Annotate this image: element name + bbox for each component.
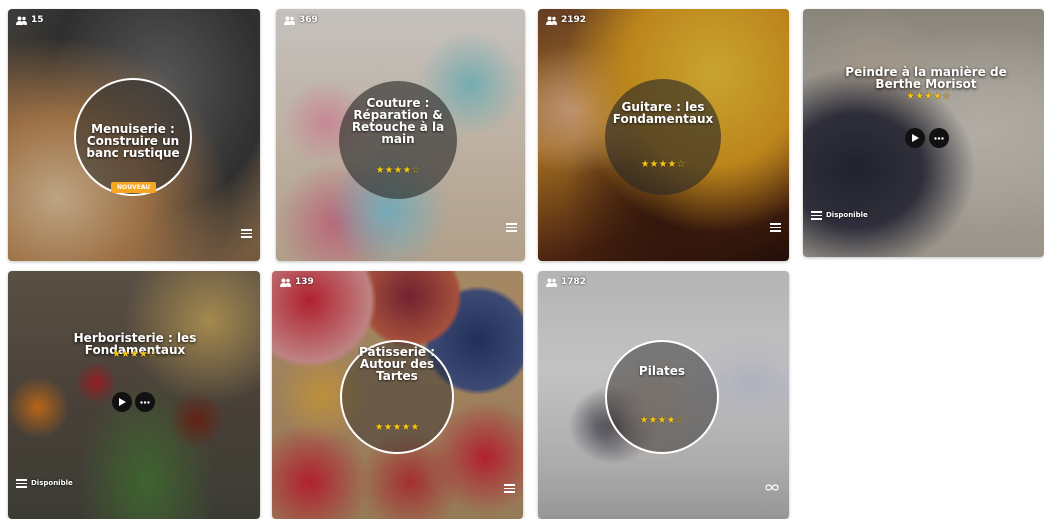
rating-stars: ★★★★☆ xyxy=(906,91,951,102)
rating-stars: ★★★★☆ xyxy=(639,414,685,426)
rating-stars: ★★★★☆ xyxy=(640,158,686,170)
availability-status: Disponible xyxy=(811,211,868,220)
rating-stars: ★★★★☆ xyxy=(112,349,157,360)
people-icon xyxy=(16,16,27,25)
course-title: Couture : Réparation & Retouche à la mai… xyxy=(351,95,445,146)
course-card-pilates[interactable]: 1782 Pilates ★★★★☆ xyxy=(538,271,789,519)
course-title: Pâtisserie : Autour des Tartes xyxy=(359,344,435,383)
course-card-couture[interactable]: 369 Couture : Réparation & Retouche à la… xyxy=(276,9,525,261)
course-title: Pilates xyxy=(638,363,686,378)
play-button[interactable] xyxy=(905,128,925,148)
more-icon xyxy=(140,400,150,404)
rating-stars: ★★★★★ xyxy=(374,421,420,433)
play-button[interactable] xyxy=(112,392,132,412)
participant-count: 369 xyxy=(284,15,318,25)
course-card-menuiserie[interactable]: 15 Menuiserie : Construire un banc rusti… xyxy=(8,9,260,261)
play-icon xyxy=(912,134,919,142)
more-button[interactable] xyxy=(929,128,949,148)
participant-count: 2192 xyxy=(546,15,586,25)
people-icon xyxy=(546,16,557,25)
course-title: Peindre à la manière de Berthe Morisot xyxy=(845,65,1007,91)
people-icon xyxy=(284,16,295,25)
course-title-circle: Pilates ★★★★☆ xyxy=(605,340,719,454)
participant-count: 15 xyxy=(16,15,44,25)
people-icon xyxy=(280,278,291,287)
availability-status: Disponible xyxy=(16,479,73,488)
menu-icon xyxy=(16,479,27,488)
course-card-herboristerie[interactable]: Herboristerie : les Fondamentaux ★★★★☆ D… xyxy=(8,271,260,519)
course-card-berthe-morisot[interactable]: Peindre à la manière de Berthe Morisot ★… xyxy=(803,9,1044,257)
more-icon xyxy=(934,136,944,140)
menu-icon[interactable] xyxy=(504,484,515,493)
rating-stars: ★★★★☆ xyxy=(375,164,421,176)
course-title-circle: Menuiserie : Construire un banc rustique xyxy=(74,78,192,196)
menu-icon xyxy=(811,211,822,220)
people-icon xyxy=(546,278,557,287)
participant-count: 1782 xyxy=(546,277,586,287)
course-title: Guitare : les Fondamentaux xyxy=(612,99,714,126)
course-title: Menuiserie : Construire un banc rustique xyxy=(86,122,180,160)
new-badge: NOUVEAU xyxy=(111,182,157,193)
menu-icon[interactable] xyxy=(506,223,517,232)
infinity-icon xyxy=(765,484,779,491)
more-button[interactable] xyxy=(135,392,155,412)
participant-count: 139 xyxy=(280,277,314,287)
course-card-guitare[interactable]: 2192 Guitare : les Fondamentaux ★★★★☆ xyxy=(538,9,789,261)
menu-icon[interactable] xyxy=(241,229,252,238)
course-title-circle: Guitare : les Fondamentaux ★★★★☆ xyxy=(605,79,721,195)
course-title-circle: Couture : Réparation & Retouche à la mai… xyxy=(339,81,457,199)
menu-icon[interactable] xyxy=(770,223,781,232)
course-title-circle: Pâtisserie : Autour des Tartes ★★★★★ xyxy=(340,340,454,454)
play-icon xyxy=(119,398,126,406)
course-card-patisserie[interactable]: 139 Pâtisserie : Autour des Tartes ★★★★★ xyxy=(272,271,523,519)
